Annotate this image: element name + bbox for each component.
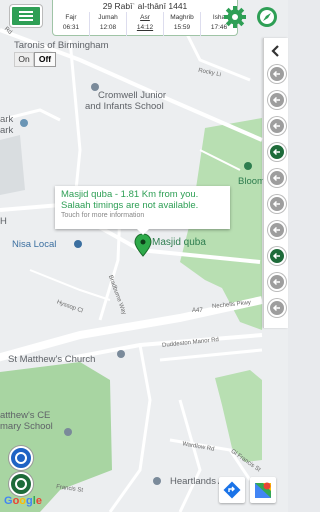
hijri-date: 29 Rabīʿ al-thānī 1441 (53, 0, 237, 12)
side-arrow-button[interactable] (268, 273, 286, 291)
gear-icon[interactable] (223, 5, 247, 29)
arrow-left-icon (272, 174, 280, 182)
marker-info-window[interactable]: Masjid quba - 1.81 Km from you. Salaah t… (55, 186, 230, 235)
map-label: and Infants School (85, 101, 164, 112)
hamburger-icon (19, 11, 33, 13)
place-pin-icon (20, 119, 28, 127)
arrow-left-icon (272, 122, 280, 130)
map-label: ark (0, 114, 14, 125)
arrow-left-icon (272, 70, 280, 78)
map-label: mary School (0, 421, 53, 432)
masjid-label[interactable]: Masjid quba (152, 237, 206, 248)
prayer-maghrib: Maghrib 15:59 (164, 12, 201, 36)
menu-button[interactable] (10, 5, 42, 27)
park-pin-icon (244, 162, 252, 170)
side-arrow-button[interactable] (268, 195, 286, 213)
map-label: ark (0, 125, 14, 136)
arrow-left-icon (272, 304, 280, 312)
side-arrow-button[interactable] (268, 169, 286, 187)
map-canvas[interactable] (0, 0, 288, 512)
arrow-left-icon (272, 96, 280, 104)
prayer-asr: Asr 14:12 (127, 12, 164, 36)
prayer-jumah: Jumah 12:08 (90, 12, 127, 36)
map-label: atthew's CE (0, 410, 51, 421)
arrow-left-icon (272, 278, 280, 286)
side-panel (263, 38, 288, 328)
chevron-left-icon[interactable] (269, 44, 283, 58)
arrow-left-icon (272, 200, 280, 208)
side-arrow-button[interactable] (268, 65, 286, 83)
arrow-left-icon (272, 148, 280, 156)
church-icon (117, 350, 125, 358)
map-label: Nisa Local (12, 239, 57, 250)
toggle-on[interactable]: On (14, 52, 34, 67)
directions-button[interactable] (219, 477, 245, 503)
map-label: St Matthew's Church (8, 354, 96, 365)
prayer-times-panel[interactable]: 29 Rabīʿ al-thānī 1441 Fajr 06:31 Jumah 12… (52, 0, 238, 36)
school-icon (64, 428, 72, 436)
my-location-button[interactable] (9, 446, 33, 470)
arrow-left-icon (272, 252, 280, 260)
on-off-toggle[interactable]: On Off (14, 52, 56, 67)
target-icon (15, 452, 27, 464)
arrow-left-icon (272, 226, 280, 234)
google-logo: Google (4, 495, 42, 507)
prayer-fajr: Fajr 06:31 (53, 12, 90, 36)
side-arrow-button-active[interactable] (268, 247, 286, 265)
compass-icon[interactable] (255, 5, 279, 29)
shop-icon (74, 240, 82, 248)
side-arrow-button[interactable] (268, 117, 286, 135)
nearby-masjid-button[interactable] (9, 472, 33, 496)
side-arrow-button-active[interactable] (268, 143, 286, 161)
school-icon (153, 477, 161, 485)
info-distance: Masjid quba - 1.81 Km from you. (61, 189, 199, 200)
map-label: Taronis of Birmingham (14, 40, 109, 51)
side-arrow-button[interactable] (268, 299, 286, 317)
map-label: Cromwell Junior (98, 90, 167, 101)
directions-icon (223, 481, 241, 499)
open-in-maps-button[interactable] (250, 477, 276, 503)
target-icon (15, 478, 27, 490)
info-salaah-status: Salaah timings are not available. (61, 200, 199, 211)
road-label: A47 (192, 308, 203, 314)
map-label: H (0, 216, 7, 227)
info-hint: Touch for more information (61, 212, 145, 219)
side-arrow-button[interactable] (268, 91, 286, 109)
google-maps-icon (255, 482, 271, 498)
toggle-off[interactable]: Off (34, 52, 56, 67)
side-arrow-button[interactable] (268, 221, 286, 239)
